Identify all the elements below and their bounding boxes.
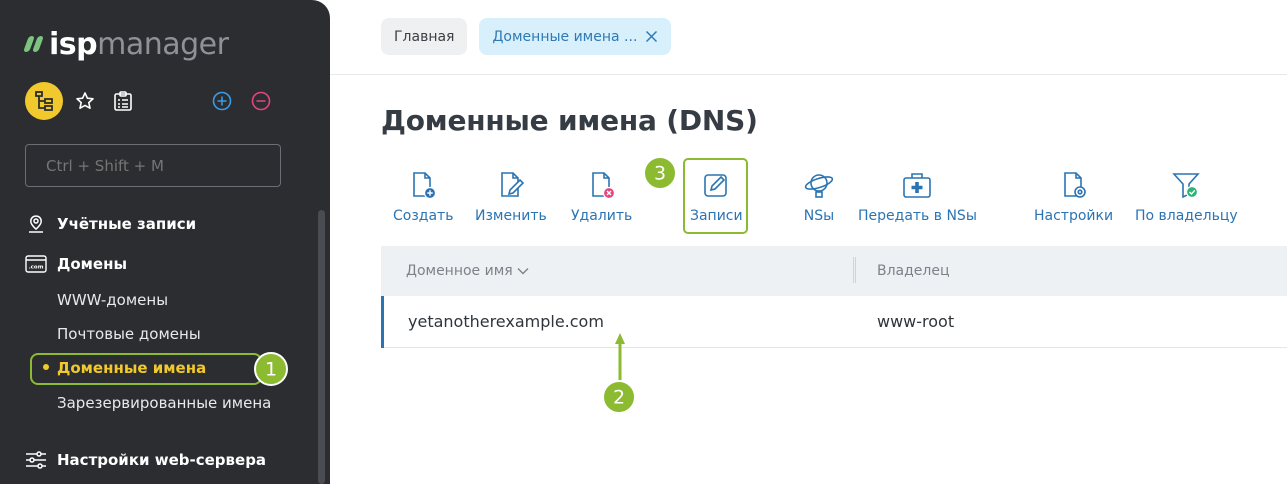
medkit-icon: [900, 168, 934, 202]
chevron-down-icon: [517, 268, 529, 275]
sidebar-item-www-domains[interactable]: WWW-домены: [57, 291, 168, 309]
star-icon: [76, 92, 94, 109]
annotation-badge-1-text: 1: [265, 359, 277, 381]
column-header-owner[interactable]: Владелец: [877, 263, 950, 279]
cell-domain: yetanotherexample.com: [408, 312, 604, 331]
breadcrumb-current-tab[interactable]: Доменные имена ...: [479, 18, 672, 55]
svg-text:.com: .com: [29, 265, 44, 271]
sidebar-section-domains[interactable]: .com Домены: [25, 253, 127, 275]
expand-all-button[interactable]: [210, 89, 234, 113]
edit-button[interactable]: Изменить: [475, 168, 547, 224]
sidebar-item-mail-domains[interactable]: Почтовые домены: [57, 325, 201, 343]
annotation-badge-1: 1: [254, 352, 288, 386]
column-resize-handle[interactable]: [853, 257, 856, 283]
transfer-ns-button[interactable]: Передать в NSы: [858, 168, 977, 224]
header-divider: [330, 74, 1287, 75]
planet-icon: [802, 168, 836, 202]
annotation-badge-3-text: 3: [654, 163, 666, 185]
edit-square-icon: [699, 168, 733, 202]
collapse-all-button[interactable]: [249, 89, 273, 113]
logo-mark-icon: [23, 36, 44, 52]
active-dot: [43, 364, 49, 370]
user-location-icon: [25, 213, 47, 235]
records-button[interactable]: Записи: [690, 168, 743, 224]
sidebar-section-label: Домены: [57, 255, 128, 273]
sidebar-section-label: Настройки web-сервера: [57, 451, 267, 469]
menu-tree-button[interactable]: [25, 82, 63, 120]
table-header: Доменное имя Владелец: [381, 246, 1287, 296]
sidebar-section-accounts[interactable]: Учётные записи: [25, 213, 196, 235]
logo[interactable]: ispmanager: [23, 24, 229, 64]
sidebar: ispmanager Ctrl + Shift + M Учётные запи…: [0, 0, 330, 484]
file-pencil-icon: [494, 168, 528, 202]
tree-icon: [35, 91, 53, 111]
file-gear-icon: [1057, 168, 1091, 202]
domains-table: Доменное имя Владелец yetanotherexample.…: [381, 246, 1287, 348]
sidebar-item-reserved-names[interactable]: Зарезервированные имена: [57, 394, 271, 412]
column-header-domain[interactable]: Доменное имя: [406, 263, 529, 279]
annotation-badge-2-text: 2: [613, 387, 625, 409]
close-icon[interactable]: [645, 30, 658, 43]
filter-check-icon: [1169, 168, 1203, 202]
logo-primary-text: isp: [49, 26, 98, 62]
ns-button[interactable]: NSы: [802, 168, 836, 224]
app-root: ispmanager Ctrl + Shift + M Учётные запи…: [0, 0, 1287, 484]
breadcrumb: Главная Доменные имена ...: [381, 18, 672, 55]
tasks-button[interactable]: [111, 89, 135, 113]
settings-button[interactable]: Настройки: [1034, 168, 1113, 224]
delete-button[interactable]: Удалить: [571, 168, 632, 224]
file-plus-icon: [406, 168, 440, 202]
plus-circle-icon: [212, 91, 232, 111]
sidebar-section-webserver-settings[interactable]: Настройки web-сервера: [25, 449, 266, 471]
create-button[interactable]: Создать: [393, 168, 453, 224]
sidebar-item-label: Доменные имена: [57, 359, 207, 377]
minus-circle-icon: [251, 91, 271, 111]
row-selection-marker: [381, 296, 384, 348]
sidebar-item-domain-names[interactable]: Доменные имена 1: [30, 352, 290, 386]
file-delete-icon: [585, 168, 619, 202]
filter-by-owner-button[interactable]: По владельцу: [1135, 168, 1238, 224]
sidebar-scrollbar[interactable]: [318, 210, 325, 484]
menu-search-input[interactable]: [25, 144, 281, 187]
clipboard-icon: [114, 91, 132, 111]
page-title: Доменные имена (DNS): [381, 104, 758, 137]
table-row[interactable]: yetanotherexample.com www-root: [381, 296, 1287, 348]
sidebar-section-label: Учётные записи: [57, 215, 197, 233]
sidebar-toolbar: [25, 81, 285, 121]
sliders-icon: [25, 449, 47, 471]
annotation-badge-3: 3: [643, 156, 677, 190]
breadcrumb-home-tab[interactable]: Главная: [381, 18, 468, 55]
logo-secondary-text: manager: [97, 26, 229, 62]
dotcom-icon: .com: [25, 253, 47, 275]
favorites-button[interactable]: [73, 89, 97, 113]
cell-owner: www-root: [877, 312, 955, 331]
annotation-badge-2: 2: [602, 333, 636, 414]
